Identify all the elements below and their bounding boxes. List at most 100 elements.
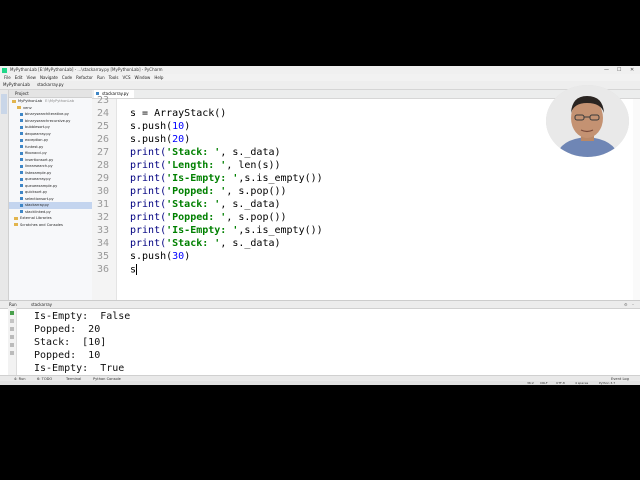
menu-bar: File Edit View Navigate Code Refactor Run Tools… — [0, 74, 640, 81]
tree-item-label: Scratches and Consoles — [20, 222, 63, 227]
python-file-icon — [20, 164, 23, 168]
status-bar: 36:2 CRLF UTF-8 4 spaces Python 3.7 — [0, 381, 640, 385]
python-file-icon — [20, 197, 23, 200]
caret-position[interactable]: 36:2 — [527, 381, 534, 385]
code-line[interactable]: print('Length: ', len(s)) — [130, 160, 281, 171]
tree-item-label: binarysearchiterative.py — [25, 112, 69, 116]
scroll-to-end-icon[interactable] — [10, 335, 14, 339]
menu-code[interactable]: Code — [62, 75, 72, 80]
python-file-icon — [20, 203, 23, 207]
project-panel-header: Project — [9, 90, 92, 98]
python-file-icon — [20, 132, 23, 135]
stop-icon[interactable] — [10, 319, 14, 323]
menu-help[interactable]: Help — [154, 75, 163, 80]
python-interpreter[interactable]: Python 3.7 — [599, 381, 615, 385]
code-line[interactable]: print('Stack: ', s._data) — [130, 199, 281, 210]
line-number: 36 — [96, 264, 109, 275]
tree-item-label: queuearray.py — [25, 177, 51, 181]
code-line[interactable]: print('Stack: ', s._data) — [130, 147, 281, 158]
line-number: 23 — [96, 95, 109, 106]
breadcrumb-file[interactable]: stackarray.py — [37, 81, 64, 89]
output-line: Is-Empty: True — [34, 363, 125, 374]
code-token: , s.pop()) — [226, 186, 287, 197]
rerun-icon[interactable] — [10, 311, 14, 315]
code-line[interactable]: print('Is-Empty: ',s.is_empty()) — [130, 173, 323, 184]
tab-project[interactable] — [1, 94, 7, 114]
line-number: 30 — [96, 186, 109, 197]
gear-icon[interactable]: ⚙ — [624, 301, 628, 308]
python-file-icon — [20, 184, 23, 187]
code-token: print( — [130, 225, 167, 236]
indent-setting[interactable]: 4 spaces — [575, 381, 588, 385]
menu-edit[interactable]: Edit — [15, 75, 23, 80]
code-token: 'Is-Empty: ' — [166, 173, 239, 184]
minimize-panel-icon[interactable]: – — [632, 301, 634, 308]
file-encoding[interactable]: UTF-8 — [556, 381, 565, 385]
code-token: print( — [130, 160, 167, 171]
tree-item-label: exception.py — [25, 138, 49, 142]
menu-file[interactable]: File — [4, 75, 11, 80]
code-token: ) — [184, 121, 191, 132]
code-token: ) — [184, 134, 191, 145]
menu-view[interactable]: View — [26, 75, 36, 80]
code-line[interactable]: s — [130, 264, 138, 276]
clear-output-icon[interactable] — [10, 351, 14, 355]
code-token: 'Stack: ' — [166, 199, 221, 210]
menu-tools[interactable]: Tools — [109, 75, 119, 80]
line-separator[interactable]: CRLF — [540, 381, 548, 385]
code-token: 10 — [172, 121, 185, 132]
code-token: 'Popped: ' — [166, 212, 227, 223]
folder-icon — [14, 216, 18, 220]
code-line[interactable]: s = ArrayStack() — [130, 108, 226, 119]
tree-item-label: bubblesort.py — [25, 125, 50, 129]
project-tree: MyPythonLab E:\MyPythonLab venv binarysearc… — [9, 98, 92, 228]
tree-item-label: insertionsort.py — [25, 157, 54, 162]
python-file-icon — [20, 145, 23, 148]
print-icon[interactable] — [10, 343, 14, 347]
menu-run[interactable]: Run — [97, 75, 105, 80]
code-line[interactable]: s.push(10) — [130, 121, 190, 132]
close-button[interactable]: ✕ — [630, 66, 634, 74]
menu-vcs[interactable]: VCS — [122, 75, 130, 80]
tree-item-label: stackarray.py — [25, 203, 49, 207]
pycharm-window: MyPythonLab [E:\MyPythonLab] - ...\stack… — [0, 66, 640, 385]
code-token: 'Stack: ' — [166, 147, 221, 158]
line-number: 24 — [96, 108, 109, 119]
folder-icon — [12, 99, 16, 103]
code-token: s.push( — [130, 121, 173, 132]
run-label: Run — [9, 302, 17, 307]
maximize-button[interactable]: ☐ — [617, 66, 621, 74]
code-token: 'Length: ' — [166, 160, 227, 171]
pause-icon[interactable] — [10, 327, 14, 331]
python-file-icon — [20, 171, 23, 174]
breadcrumb-project[interactable]: MyPythonLab — [3, 81, 30, 89]
tree-item-label: binarysearchrecursive.py — [25, 118, 71, 123]
code-token: 20 — [172, 134, 185, 145]
pycharm-logo-icon — [2, 68, 7, 73]
code-token: ) — [184, 251, 191, 262]
run-config-tab[interactable]: stackarray — [31, 301, 52, 308]
line-number: 26 — [96, 134, 109, 145]
code-line[interactable]: s.push(30) — [130, 251, 190, 262]
code-token: 'Is-Empty: ' — [166, 225, 239, 236]
code-token: ,s.is_empty()) — [238, 173, 323, 184]
tree-extra-item[interactable]: Scratches and Consoles — [9, 222, 92, 229]
python-file-icon — [20, 190, 23, 194]
python-file-icon — [20, 210, 23, 213]
code-line[interactable]: print('Popped: ', s.pop()) — [130, 186, 287, 197]
line-number: 27 — [96, 147, 109, 158]
output-line: Popped: 20 — [34, 324, 101, 335]
project-panel-title[interactable]: Project — [15, 91, 29, 96]
output-line: Is-Empty: False — [34, 311, 131, 322]
menu-navigate[interactable]: Navigate — [40, 75, 58, 80]
code-line[interactable]: print('Popped: ', s.pop()) — [130, 212, 287, 223]
editor-scrollbar[interactable] — [633, 99, 640, 300]
line-number: 33 — [96, 225, 109, 236]
menu-window[interactable]: Window — [135, 75, 151, 80]
menu-refactor[interactable]: Refactor — [76, 75, 93, 80]
code-line[interactable]: print('Is-Empty: ',s.is_empty()) — [130, 225, 323, 236]
code-line[interactable]: s.push(20) — [130, 134, 190, 145]
tree-item-label: dequearray.py — [25, 131, 51, 136]
minimize-button[interactable]: — — [604, 66, 609, 74]
code-line[interactable]: print('Stack: ', s._data) — [130, 238, 281, 249]
